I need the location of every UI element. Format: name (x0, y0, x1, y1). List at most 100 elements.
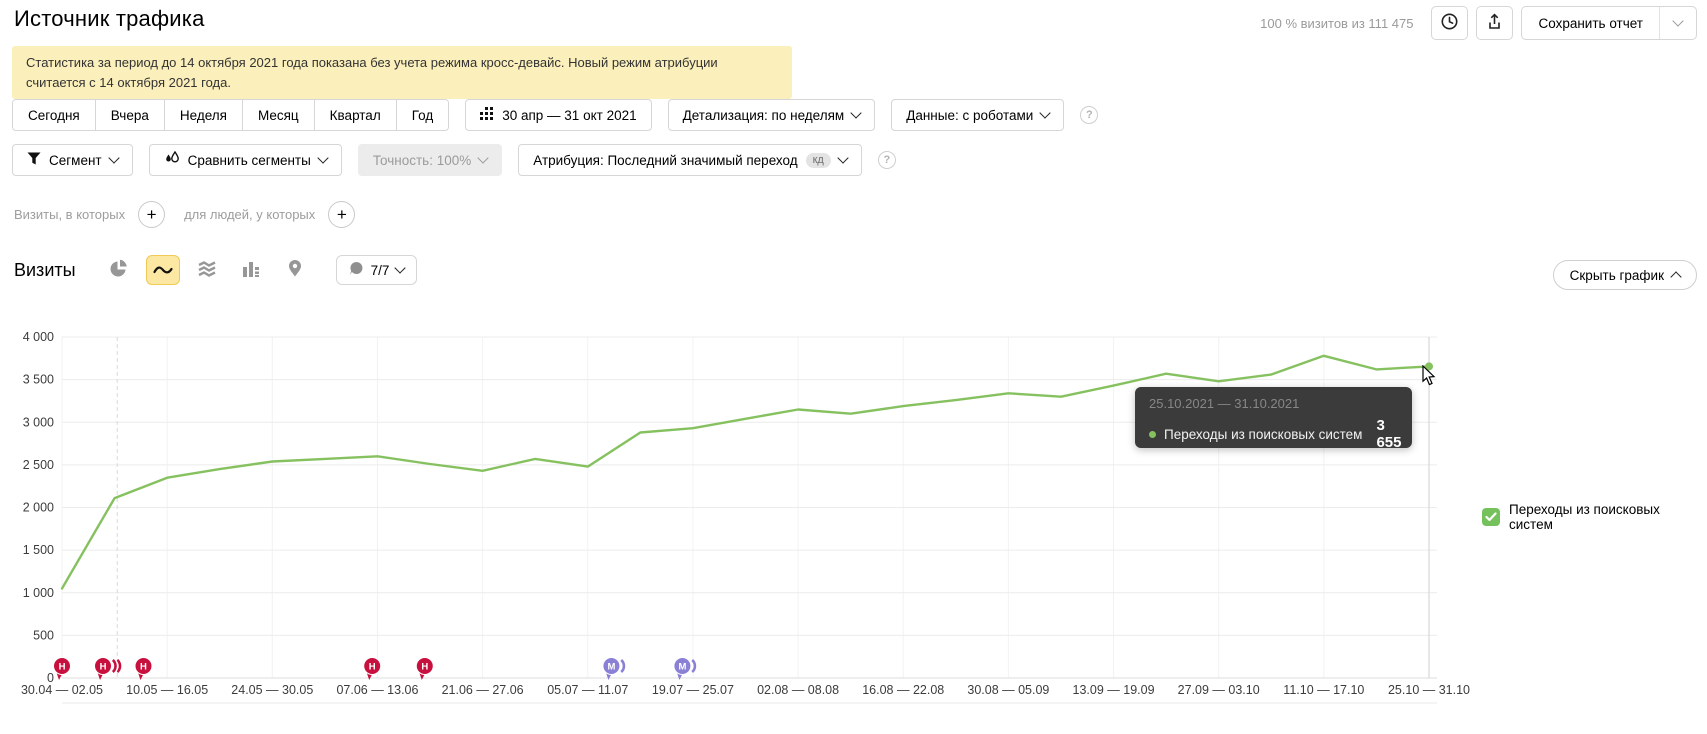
svg-text:11.10 — 17.10: 11.10 — 17.10 (1283, 683, 1364, 697)
chart-type-areas-button[interactable] (190, 255, 224, 285)
metric-title: Визиты (14, 259, 76, 280)
chart-type-pie-button[interactable] (102, 255, 136, 285)
legend-checkbox-checked[interactable] (1482, 508, 1500, 526)
detail-dropdown[interactable]: Детализация: по неделям (667, 99, 876, 131)
compare-drops-icon (164, 150, 180, 169)
period-tab-0[interactable]: Сегодня (13, 100, 95, 130)
svg-text:24.05 — 30.05: 24.05 — 30.05 (231, 683, 313, 697)
svg-text:25.10 — 31.10: 25.10 — 31.10 (1388, 683, 1470, 697)
svg-text:Н: Н (59, 662, 66, 673)
history-button[interactable] (1431, 6, 1469, 40)
chart-type-line-button[interactable] (145, 255, 180, 285)
tooltip-series-value: 3 655 (1376, 417, 1402, 451)
svg-text:2 500: 2 500 (23, 458, 54, 472)
date-range-label: 30 апр — 31 окт 2021 (502, 107, 637, 123)
svg-text:4 000: 4 000 (23, 330, 54, 344)
annotations-count: 7/7 (370, 262, 390, 278)
svg-text:1 500: 1 500 (23, 543, 54, 557)
data-mode-dropdown[interactable]: Данные: с роботами (891, 99, 1065, 131)
stacked-areas-icon (197, 260, 217, 280)
svg-text:Н: Н (421, 662, 428, 673)
help-icon[interactable]: ? (877, 151, 896, 169)
svg-text:13.09 — 19.09: 13.09 — 19.09 (1073, 683, 1155, 697)
tooltip-series-row: Переходы из поисковых систем 3 655 (1149, 417, 1402, 451)
attribution-notice-banner: Статистика за период до 14 октября 2021 … (12, 46, 792, 99)
accuracy-dropdown[interactable]: Точность: 100% (357, 144, 503, 176)
export-icon (1485, 12, 1504, 34)
svg-text:3 000: 3 000 (23, 415, 54, 429)
svg-text:16.08 — 22.08: 16.08 — 22.08 (862, 683, 944, 697)
svg-text:1 000: 1 000 (23, 586, 54, 600)
hide-chart-button[interactable]: Скрыть график (1552, 260, 1697, 290)
visits-line-chart[interactable]: 05001 0001 5002 0002 5003 0003 5004 0003… (0, 290, 1707, 720)
svg-text:30.08 — 05.09: 30.08 — 05.09 (967, 683, 1049, 697)
attribution-dropdown[interactable]: Атрибуция: Последний значимый переход кд (518, 144, 862, 176)
calendar-grid-icon (480, 106, 494, 124)
date-range-button[interactable]: 30 апр — 31 окт 2021 (465, 99, 652, 131)
chart-type-map-button[interactable] (278, 255, 312, 285)
segment-label: Сегмент (49, 152, 102, 168)
compare-segments-dropdown[interactable]: Сравнить сегменты (148, 144, 342, 176)
chevron-down-icon (107, 152, 120, 164)
series-bullet-icon (1149, 430, 1156, 438)
chevron-down-icon (1039, 107, 1051, 119)
period-tab-3[interactable]: Месяц (241, 100, 314, 130)
annotations-dropdown[interactable]: 7/7 (335, 255, 418, 285)
period-tab-1[interactable]: Вчера (94, 100, 164, 130)
segment-dropdown[interactable]: Сегмент (12, 144, 133, 176)
attribution-kd-badge: кд (805, 152, 831, 168)
period-tab-5[interactable]: Год (395, 100, 449, 130)
tooltip-series-name: Переходы из поисковых систем (1164, 426, 1363, 442)
svg-text:05.07 — 11.07: 05.07 — 11.07 (547, 683, 628, 697)
accuracy-label: Точность: 100% (372, 152, 472, 168)
svg-text:М: М (607, 662, 615, 673)
add-visits-filter-button[interactable]: + (138, 201, 166, 228)
svg-text:3 500: 3 500 (23, 373, 54, 387)
svg-text:21.06 — 27.06: 21.06 — 27.06 (442, 683, 524, 697)
export-button[interactable] (1476, 6, 1514, 40)
chevron-down-icon (1672, 15, 1684, 27)
save-report-split-button: Сохранить отчет (1521, 6, 1697, 40)
chevron-down-icon (394, 262, 407, 274)
column-chart-icon (241, 260, 260, 281)
map-pin-icon (287, 259, 303, 281)
pie-chart-icon (109, 259, 128, 281)
chevron-down-icon (850, 107, 862, 119)
filter-row: Визиты, в которых + для людей, у которых… (14, 201, 356, 228)
save-report-button[interactable]: Сохранить отчет (1522, 7, 1659, 39)
svg-text:2 000: 2 000 (23, 501, 54, 515)
save-report-menu-button[interactable] (1659, 7, 1696, 39)
svg-text:М: М (678, 662, 686, 673)
segment-controls-row: Сегмент Сравнить сегменты Точность: 100%… (12, 144, 896, 176)
chevron-up-icon (1670, 271, 1682, 283)
line-chart-icon (152, 261, 174, 280)
svg-text:Н: Н (100, 662, 107, 673)
data-mode-label: Данные: с роботами (906, 107, 1034, 123)
visits-sample-summary: 100 % визитов из 111 475 (1260, 15, 1414, 31)
svg-text:10.05 — 16.05: 10.05 — 16.05 (126, 683, 208, 697)
compare-segments-label: Сравнить сегменты (187, 152, 311, 168)
chevron-down-icon (837, 152, 849, 164)
comment-bubble-icon (349, 261, 364, 279)
funnel-icon (27, 152, 41, 168)
svg-text:500: 500 (33, 628, 54, 642)
visits-filter-label: Визиты, в которых (14, 207, 126, 222)
chart-type-columns-button[interactable] (234, 255, 268, 285)
legend-item-search-traffic[interactable]: Переходы из поисковых систем (1482, 502, 1707, 532)
svg-text:Н: Н (140, 662, 147, 673)
period-tab-2[interactable]: Неделя (163, 100, 242, 130)
svg-text:02.08 — 08.08: 02.08 — 08.08 (757, 683, 839, 697)
chevron-down-icon (317, 152, 329, 164)
yandex-metrica-traffic-report: Источник трафика 100 % визитов из 111 47… (0, 0, 1707, 734)
chart-tooltip: 25.10.2021 — 31.10.2021 Переходы из поис… (1135, 387, 1412, 451)
svg-text:30.04 — 02.05: 30.04 — 02.05 (21, 683, 103, 697)
svg-text:Н: Н (369, 662, 376, 673)
period-tab-4[interactable]: Квартал (313, 100, 396, 130)
help-icon[interactable]: ? (1080, 106, 1099, 124)
metric-bar: Визиты 7/7 (14, 255, 418, 285)
page-title: Источник трафика (14, 6, 205, 31)
tooltip-date-range: 25.10.2021 — 31.10.2021 (1149, 396, 1300, 411)
add-people-filter-button[interactable]: + (328, 201, 356, 228)
svg-text:07.06 — 13.06: 07.06 — 13.06 (336, 683, 418, 697)
chevron-down-icon (477, 152, 489, 164)
